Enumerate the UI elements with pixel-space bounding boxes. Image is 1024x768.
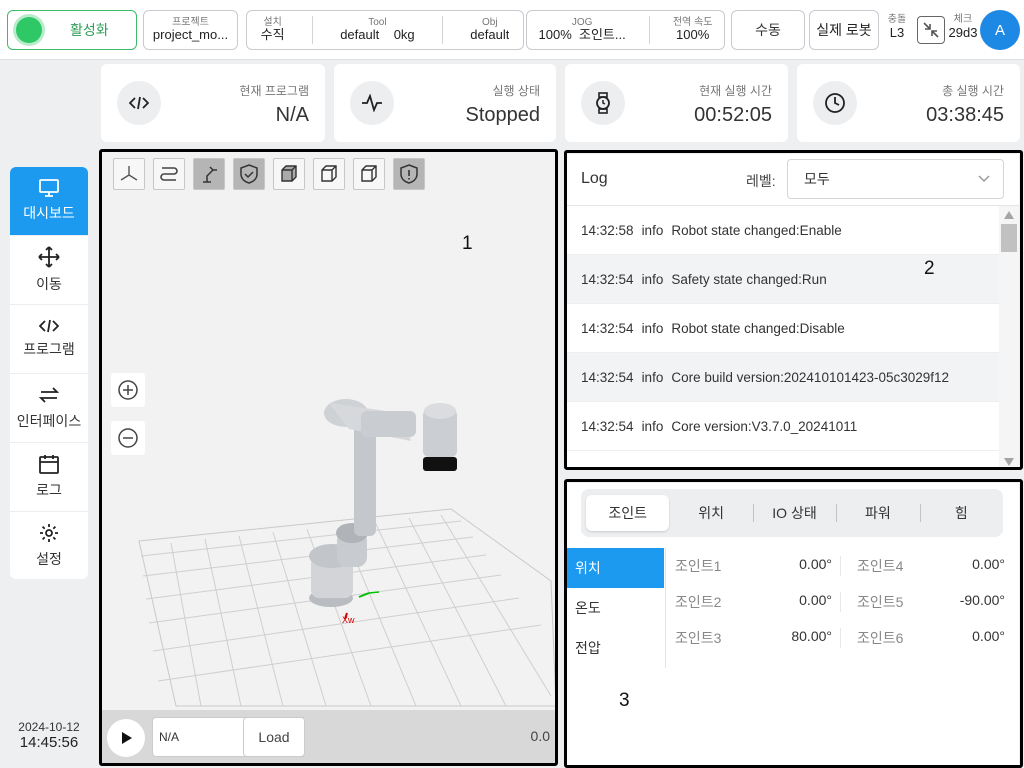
card-value: N/A xyxy=(275,104,309,126)
watch-icon xyxy=(581,81,625,125)
jog-percent: 100% xyxy=(538,28,572,43)
sidebar-item-dashboard[interactable]: 대시보드 xyxy=(10,167,88,236)
obj-label: Obj xyxy=(482,16,498,28)
divider xyxy=(648,16,650,44)
annotation-2: 2 xyxy=(924,258,935,279)
outline-panel-2 xyxy=(564,150,1023,470)
sidebar-item-label: 이동 xyxy=(36,276,62,292)
card-value: 03:38:45 xyxy=(926,104,1004,126)
run-state-card: 실행 상태 Stopped xyxy=(334,64,556,142)
obj-selector[interactable]: Obj default xyxy=(470,17,509,43)
pulse-icon xyxy=(350,81,394,125)
card-value: Stopped xyxy=(465,104,540,126)
avatar[interactable]: A xyxy=(980,10,1020,50)
calendar-icon xyxy=(39,455,59,474)
current-time: 14:45:56 xyxy=(19,734,79,751)
clock-display: 2024-10-12 14:45:56 xyxy=(10,720,88,751)
status-led-icon xyxy=(16,17,42,43)
sidebar-item-program[interactable]: 프로그램 xyxy=(10,305,88,374)
sidebar-item-move[interactable]: 이동 xyxy=(10,236,88,305)
outline-panel-3 xyxy=(564,479,1023,768)
sidebar-item-settings[interactable]: 설정 xyxy=(10,512,88,579)
top-bar: 활성화 프로젝트 project_mo... 설치 수직 Tool defaul… xyxy=(0,0,1024,60)
install-selector[interactable]: 설치 수직 xyxy=(261,17,285,43)
collision-level[interactable]: 충돌 L3 xyxy=(882,14,912,40)
obj-value: default xyxy=(470,28,510,43)
current-runtime-card: 현재 실행 시간 00:52:05 xyxy=(565,64,788,142)
global-speed-value: 100% xyxy=(676,28,710,43)
checksum: 체크 29d3 xyxy=(946,14,980,40)
collapse-icon[interactable] xyxy=(917,16,945,44)
collision-label: 충돌 xyxy=(887,14,907,25)
swap-icon xyxy=(38,387,60,403)
check-value: 29d3 xyxy=(948,25,978,40)
sidebar-nav: 대시보드 이동 프로그램 인터페이스 로그 설정 xyxy=(10,167,88,579)
activate-label: 활성화 xyxy=(70,22,109,38)
tool-value: default xyxy=(340,28,380,43)
current-program-card: 현재 프로그램 N/A xyxy=(101,64,325,142)
manual-mode-button[interactable]: 수동 xyxy=(731,10,805,50)
total-runtime-card: 총 실행 시간 03:38:45 xyxy=(797,64,1020,142)
jog-mode: 조인트... xyxy=(579,28,626,43)
jog-label: JOG xyxy=(571,16,593,28)
divider xyxy=(441,16,443,44)
card-value: 00:52:05 xyxy=(694,104,772,126)
collision-value: L3 xyxy=(889,25,905,40)
jog-selector[interactable]: JOG 100% 조인트... xyxy=(539,17,626,43)
divider xyxy=(311,16,313,44)
annotation-1: 1 xyxy=(462,233,473,254)
monitor-icon xyxy=(39,179,59,197)
card-label: 실행 상태 xyxy=(492,84,541,98)
sidebar-item-interface[interactable]: 인터페이스 xyxy=(10,374,88,443)
project-value: project_mo... xyxy=(152,28,229,43)
tool-load-value: 0kg xyxy=(393,28,415,43)
check-label: 체크 xyxy=(953,14,973,25)
outline-panel-1 xyxy=(99,149,558,766)
real-robot-button[interactable]: 실제 로봇 xyxy=(809,10,879,50)
sidebar-item-label: 인터페이스 xyxy=(16,413,82,429)
sidebar-item-label: 프로그램 xyxy=(23,341,75,357)
card-label: 총 실행 시간 xyxy=(942,84,1004,98)
clock-icon xyxy=(813,81,857,125)
sidebar-item-label: 로그 xyxy=(36,482,62,498)
sidebar-item-label: 설정 xyxy=(36,551,62,567)
global-speed-selector[interactable]: 전역 속도 100% xyxy=(673,17,713,43)
code-icon xyxy=(39,319,59,333)
gear-icon xyxy=(40,524,58,542)
tool-label: Tool xyxy=(368,16,387,28)
sidebar-item-log[interactable]: 로그 xyxy=(10,443,88,512)
install-tool-obj-group: 설치 수직 Tool default 0kg Obj default xyxy=(246,10,524,50)
project-label: 프로젝트 xyxy=(172,16,209,28)
current-date: 2024-10-12 xyxy=(18,720,80,734)
activate-button[interactable]: 활성화 xyxy=(7,10,137,50)
install-value: 수직 xyxy=(260,28,285,43)
jog-speed-group: JOG 100% 조인트... 전역 속도 100% xyxy=(526,10,725,50)
card-label: 현재 프로그램 xyxy=(239,84,309,98)
tool-selector[interactable]: Tool default 0kg xyxy=(340,17,414,43)
project-selector[interactable]: 프로젝트 project_mo... xyxy=(143,10,238,50)
move-icon xyxy=(38,246,60,268)
card-label: 현재 실행 시간 xyxy=(699,84,772,98)
code-icon xyxy=(117,81,161,125)
sidebar-item-label: 대시보드 xyxy=(23,205,75,221)
install-label: 설치 xyxy=(263,16,282,28)
annotation-3: 3 xyxy=(619,690,630,711)
global-speed-label: 전역 속도 xyxy=(672,16,713,28)
